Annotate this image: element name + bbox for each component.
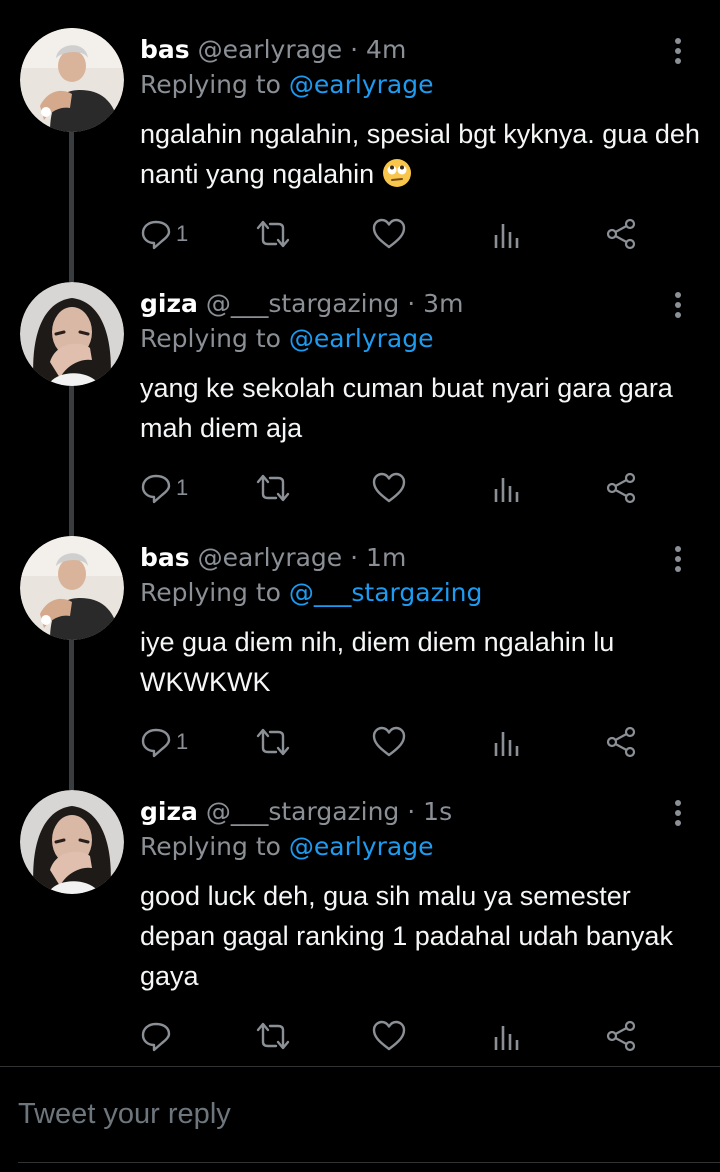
more-icon[interactable] [667, 36, 689, 66]
replying-to: Replying to @earlyrage [140, 323, 433, 355]
tweet-text: yang ke sekolah cuman buat nyari gara ga… [140, 373, 673, 443]
retweet-icon [256, 220, 290, 248]
reply-input[interactable] [18, 1092, 618, 1136]
avatar-bas[interactable] [20, 28, 124, 132]
tweet[interactable]: bas @earlyrage · 1m Replying to @___star… [0, 508, 720, 762]
retweet-button[interactable] [254, 722, 292, 762]
replying-prefix: Replying to [140, 832, 281, 861]
mention-link[interactable]: @earlyrage [289, 324, 434, 353]
timestamp[interactable]: 1s [423, 797, 452, 826]
avatar-giza[interactable] [20, 282, 124, 386]
tweet-text: iye gua diem nih, diem diem ngalahin lu … [140, 627, 615, 697]
share-button[interactable] [606, 722, 636, 762]
separator-dot: · [350, 35, 359, 64]
mention-link[interactable]: @earlyrage [289, 832, 434, 861]
tweet-actions [140, 1016, 660, 1056]
author-handle[interactable]: @___stargazing [206, 289, 399, 318]
author-name[interactable]: giza [140, 797, 198, 826]
share-icon [606, 218, 636, 250]
divider [18, 1162, 720, 1163]
retweet-icon [256, 474, 290, 502]
analytics-button[interactable] [492, 468, 520, 508]
mention-link[interactable]: @___stargazing [289, 578, 482, 607]
eye-roll-emoji-icon [382, 158, 412, 188]
more-icon[interactable] [667, 290, 689, 320]
analytics-icon [494, 224, 519, 248]
share-button[interactable] [606, 1016, 636, 1056]
author-handle[interactable]: @___stargazing [206, 797, 399, 826]
tweet-text: ngalahin ngalahin, spesial bgt kyknya. g… [140, 114, 700, 194]
retweet-button[interactable] [254, 1016, 292, 1056]
like-icon [372, 1020, 406, 1051]
like-button[interactable] [372, 468, 406, 508]
more-icon[interactable] [667, 544, 689, 574]
reply-button[interactable]: 1 [140, 214, 188, 254]
timestamp[interactable]: 1m [366, 543, 406, 572]
reply-thread: bas @earlyrage · 4m Replying to @earlyra… [0, 0, 720, 1066]
mention-link[interactable]: @earlyrage [289, 70, 434, 99]
like-icon [372, 726, 406, 757]
reply-icon [141, 220, 171, 250]
reply-composer[interactable] [0, 1068, 720, 1162]
analytics-icon [494, 732, 519, 756]
reply-count: 1 [176, 729, 189, 754]
more-icon[interactable] [667, 798, 689, 828]
avatar-bas[interactable] [20, 536, 124, 640]
retweet-button[interactable] [254, 214, 292, 254]
tweet-text-content: ngalahin ngalahin, spesial bgt kyknya. g… [140, 119, 700, 189]
like-button[interactable] [372, 214, 406, 254]
author-name[interactable]: bas [140, 543, 190, 572]
analytics-button[interactable] [492, 214, 520, 254]
share-icon [606, 726, 636, 758]
replying-prefix: Replying to [140, 324, 281, 353]
share-button[interactable] [606, 468, 636, 508]
avatar-giza[interactable] [20, 790, 124, 894]
author-handle[interactable]: @earlyrage [198, 35, 343, 64]
analytics-icon [494, 478, 519, 502]
divider [0, 1066, 720, 1067]
share-icon [606, 1020, 636, 1052]
replying-to: Replying to @earlyrage [140, 69, 433, 101]
reply-icon [141, 474, 171, 504]
tweet[interactable]: giza @___stargazing · 1s Replying to @ea… [0, 762, 720, 1066]
reply-count: 1 [176, 475, 189, 500]
like-button[interactable] [372, 722, 406, 762]
analytics-button[interactable] [492, 1016, 520, 1056]
retweet-button[interactable] [254, 468, 292, 508]
replying-to: Replying to @earlyrage [140, 831, 433, 863]
retweet-icon [256, 1022, 290, 1050]
reply-count: 1 [176, 221, 189, 246]
share-button[interactable] [606, 214, 636, 254]
reply-button[interactable]: 1 [140, 468, 188, 508]
timestamp[interactable]: 4m [366, 35, 406, 64]
author-name[interactable]: bas [140, 35, 190, 64]
replying-to: Replying to @___stargazing [140, 577, 482, 609]
analytics-button[interactable] [492, 722, 520, 762]
tweet[interactable]: giza @___stargazing · 3m Replying to @ea… [0, 254, 720, 508]
like-icon [372, 472, 406, 503]
reply-button[interactable] [140, 1016, 172, 1056]
tweet-text: good luck deh, gua sih malu ya semester … [140, 881, 673, 991]
retweet-icon [256, 728, 290, 756]
author-handle[interactable]: @earlyrage [198, 543, 343, 572]
tweet-actions: 1 [140, 468, 660, 508]
share-icon [606, 472, 636, 504]
like-icon [372, 218, 406, 249]
reply-icon [141, 728, 171, 758]
tweet-actions: 1 [140, 722, 660, 762]
replying-prefix: Replying to [140, 70, 281, 99]
reply-button[interactable]: 1 [140, 722, 188, 762]
analytics-icon [494, 1026, 519, 1050]
reply-icon [141, 1022, 171, 1052]
timestamp[interactable]: 3m [423, 289, 463, 318]
author-name[interactable]: giza [140, 289, 198, 318]
separator-dot: · [407, 797, 416, 826]
tweet-actions: 1 [140, 214, 660, 254]
like-button[interactable] [372, 1016, 406, 1056]
separator-dot: · [350, 543, 359, 572]
separator-dot: · [407, 289, 416, 318]
replying-prefix: Replying to [140, 578, 281, 607]
tweet[interactable]: bas @earlyrage · 4m Replying to @earlyra… [0, 0, 720, 254]
